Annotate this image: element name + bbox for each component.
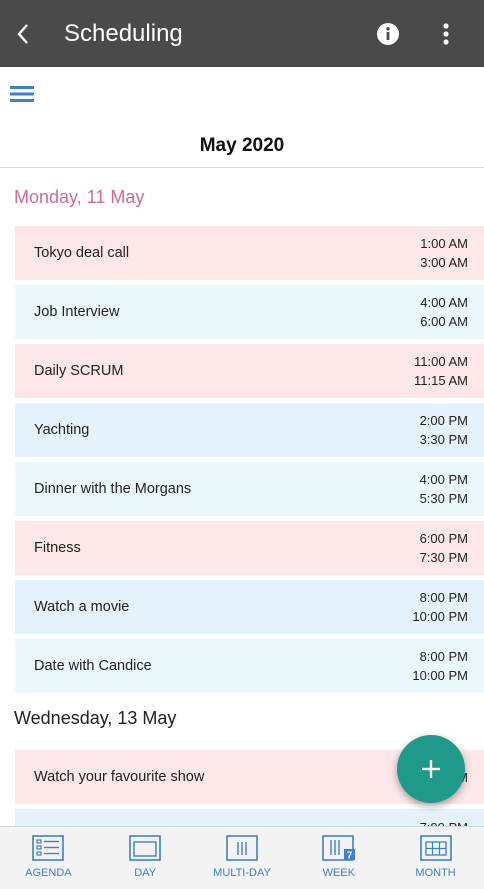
more-vertical-icon bbox=[443, 22, 449, 45]
nav-agenda[interactable]: AGENDA bbox=[0, 827, 97, 889]
nav-multi-day[interactable]: MULTI-DAY bbox=[194, 827, 291, 889]
event-end-time: 10:00 PM bbox=[412, 668, 468, 683]
info-icon bbox=[377, 22, 399, 45]
nav-month-label: MONTH bbox=[415, 867, 456, 879]
event-time: 11:00 AM 11:15 AM bbox=[414, 352, 468, 390]
event-start-time: 11:00 AM bbox=[414, 354, 468, 369]
event-item[interactable]: Date with Candice 8:00 PM 10:00 PM bbox=[15, 639, 484, 693]
event-title: Job Interview bbox=[34, 304, 120, 320]
event-item[interactable]: Tokyo deal call 1:00 AM 3:00 AM bbox=[15, 226, 484, 280]
event-end-time: 6:00 AM bbox=[420, 314, 468, 329]
month-icon bbox=[419, 835, 452, 861]
nav-month[interactable]: MONTH bbox=[387, 827, 484, 889]
event-title: Watch your favourite show bbox=[34, 769, 205, 785]
event-item[interactable]: Yachting 2:00 PM 3:30 PM bbox=[15, 403, 484, 457]
bottom-navigation: AGENDA DAY MULTI-DAY 7 WEEK MONTH bbox=[0, 826, 484, 889]
event-start-time: 1:00 AM bbox=[420, 236, 468, 251]
event-time: 4:00 AM 6:00 AM bbox=[420, 293, 468, 331]
event-end-time: 10:00 PM bbox=[412, 609, 468, 624]
event-end-time: 5:30 PM bbox=[419, 491, 468, 506]
week-icon: 7 bbox=[321, 835, 355, 862]
event-item[interactable]: Dinner with the Morgans 4:00 PM 5:30 PM bbox=[15, 462, 484, 516]
back-button[interactable] bbox=[0, 0, 46, 67]
week-badge: 7 bbox=[347, 851, 353, 862]
plus-icon bbox=[422, 760, 440, 778]
event-end-time: 7:30 PM bbox=[419, 550, 468, 565]
event-title: Dinner with the Morgans bbox=[34, 481, 192, 497]
day-header-wednesday: Wednesday, 13 May bbox=[14, 708, 177, 728]
event-title: Fitness bbox=[34, 540, 81, 556]
nav-day-label: DAY bbox=[134, 867, 157, 879]
nav-week-label: WEEK bbox=[322, 867, 355, 879]
event-title: Watch a movie bbox=[34, 599, 130, 615]
event-start-time: 8:00 PM bbox=[419, 590, 468, 605]
menu-button[interactable] bbox=[10, 85, 36, 107]
event-end-time: 11:15 AM bbox=[414, 373, 468, 388]
event-start-time: 4:00 AM bbox=[420, 295, 468, 310]
nav-agenda-label: AGENDA bbox=[25, 867, 72, 879]
event-time: 2:00 PM 3:30 PM bbox=[420, 411, 468, 449]
event-title: Date with Candice bbox=[34, 658, 152, 674]
app-title: Scheduling bbox=[64, 19, 183, 47]
nav-multi-day-label: MULTI-DAY bbox=[213, 867, 271, 879]
more-options-button[interactable] bbox=[426, 14, 466, 54]
event-time: 6:00 PM 7:30 PM bbox=[420, 529, 468, 567]
event-end-time: 3:00 AM bbox=[420, 255, 468, 270]
add-event-button[interactable] bbox=[397, 735, 465, 803]
event-title: Yachting bbox=[34, 422, 90, 438]
event-start-time: 6:00 PM bbox=[419, 531, 468, 546]
event-time: 1:00 AM 3:00 AM bbox=[420, 234, 468, 272]
month-header: May 2020 bbox=[0, 125, 484, 168]
event-time: 8:00 PM 10:00 PM bbox=[412, 647, 468, 685]
day-header-monday: Monday, 11 May bbox=[14, 187, 145, 207]
event-item[interactable]: Fitness 6:00 PM 7:30 PM bbox=[15, 521, 484, 575]
event-item[interactable]: Daily SCRUM 11:00 AM 11:15 AM bbox=[15, 344, 484, 398]
event-start-time: 2:00 PM bbox=[419, 413, 468, 428]
event-title: Tokyo deal call bbox=[34, 245, 130, 261]
event-item[interactable]: Watch a movie 8:00 PM 10:00 PM bbox=[15, 580, 484, 634]
chevron-left-icon bbox=[17, 23, 28, 44]
event-end-time: 3:30 PM bbox=[419, 432, 468, 447]
nav-week[interactable]: 7 WEEK bbox=[290, 827, 387, 889]
event-time: 8:00 PM 10:00 PM bbox=[412, 588, 468, 626]
event-start-time: 4:00 PM bbox=[419, 472, 468, 487]
app-bar: Scheduling bbox=[0, 0, 484, 67]
info-button[interactable] bbox=[368, 14, 408, 54]
hamburger-icon bbox=[10, 86, 34, 102]
nav-day[interactable]: DAY bbox=[97, 827, 194, 889]
event-time: 4:00 PM 5:30 PM bbox=[420, 470, 468, 508]
event-item[interactable]: Job Interview 4:00 AM 6:00 AM bbox=[15, 285, 484, 339]
day-view-icon bbox=[129, 835, 161, 861]
multi-day-icon bbox=[226, 835, 258, 861]
agenda-icon bbox=[32, 835, 65, 861]
view-toolbar bbox=[0, 67, 484, 125]
event-start-time: 8:00 PM bbox=[419, 649, 468, 664]
event-title: Daily SCRUM bbox=[34, 363, 124, 379]
